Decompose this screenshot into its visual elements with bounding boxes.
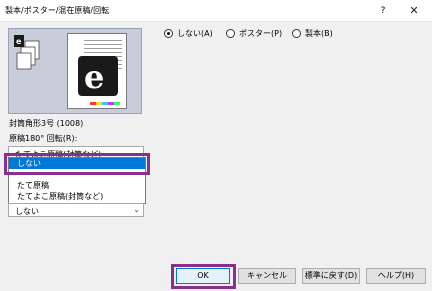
- window-title: 製本/ポスター/混在原稿/回転: [5, 6, 110, 15]
- radio-none[interactable]: しない(A): [164, 28, 213, 39]
- reset-defaults-button[interactable]: 標準に戻す(D): [302, 268, 360, 284]
- secondary-combo[interactable]: しない ⌄: [8, 203, 144, 217]
- annotation-highlight-dropdown: [4, 153, 150, 175]
- chevron-down-icon[interactable]: ⌄: [133, 205, 140, 214]
- close-icon[interactable]: ✕: [402, 3, 426, 19]
- radio-poster[interactable]: ポスター(P): [226, 28, 282, 39]
- stacked-pages-icon: e: [14, 35, 40, 70]
- preview-e-icon: e: [78, 56, 118, 96]
- dialog-body: e e 封筒角形3号 (1008) 原稿180° 回転(R): たてよこ原稿(封…: [0, 22, 432, 291]
- radio-selected-icon[interactable]: [164, 29, 173, 38]
- title-bar: 製本/ポスター/混在原稿/回転 ? ✕: [0, 0, 432, 22]
- radio-booklet[interactable]: 製本(B): [292, 28, 333, 39]
- radio-booklet-label: 製本(B): [305, 29, 333, 38]
- radio-unselected-icon[interactable]: [292, 29, 301, 38]
- dropdown-item-portrait[interactable]: たて原稿: [9, 180, 145, 191]
- help-button[interactable]: ヘルプ(H): [366, 268, 426, 284]
- rotation-label: 原稿180° 回転(R):: [9, 134, 78, 143]
- print-preview: e e: [8, 28, 142, 114]
- dropdown-item-mixed[interactable]: たてよこ原稿(封筒など): [9, 191, 145, 202]
- radio-unselected-icon[interactable]: [226, 29, 235, 38]
- preview-page: e: [67, 33, 127, 109]
- radio-none-label: しない(A): [177, 29, 213, 38]
- secondary-combo-value: しない: [15, 207, 39, 216]
- radio-poster-label: ポスター(P): [239, 29, 283, 38]
- cancel-button[interactable]: キャンセル: [238, 268, 296, 284]
- annotation-highlight-ok: [171, 264, 236, 289]
- svg-text:e: e: [16, 37, 22, 46]
- paper-size-caption: 封筒角形3号 (1008): [9, 119, 84, 128]
- svg-text:e: e: [84, 58, 104, 96]
- help-icon[interactable]: ?: [372, 3, 394, 19]
- preview-color-bar: [90, 102, 120, 105]
